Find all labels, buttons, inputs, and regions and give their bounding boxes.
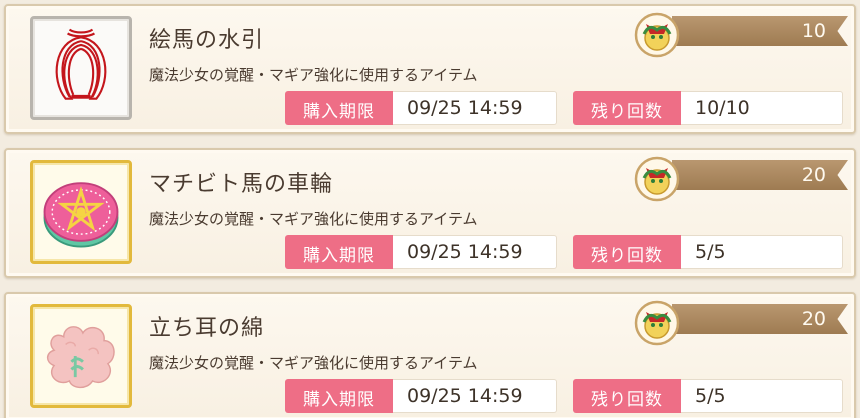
gift-coin-icon	[634, 156, 680, 202]
cotton-icon	[46, 326, 115, 389]
deadline-value: 09/25 14:59	[393, 235, 557, 269]
shop-item-card[interactable]: マチビト馬の車輪 魔法少女の覚醒・マギア強化に使用するアイテム 20 購入期限 …	[4, 148, 856, 278]
remaining-label: 残り回数	[573, 235, 681, 269]
item-thumbnail[interactable]	[30, 16, 132, 120]
remaining-value: 5/5	[681, 379, 843, 413]
red-cord-icon	[55, 28, 107, 100]
remaining-value: 5/5	[681, 235, 843, 269]
remaining-label: 残り回数	[573, 91, 681, 125]
item-price: 20	[801, 164, 826, 186]
gift-coin-icon	[634, 300, 680, 346]
item-price: 20	[801, 308, 826, 330]
shop-item-list: 絵馬の水引 魔法少女の覚醒・マギア強化に使用するアイテム 10 購入期限 09/…	[0, 0, 860, 418]
deadline-label: 購入期限	[285, 91, 393, 125]
item-description: 魔法少女の覚醒・マギア強化に使用するアイテム	[149, 210, 478, 228]
item-price: 10	[801, 20, 826, 42]
remaining-value: 10/10	[681, 91, 843, 125]
item-description: 魔法少女の覚醒・マギア強化に使用するアイテム	[149, 66, 478, 84]
item-name: 立ち耳の綿	[149, 316, 265, 341]
item-thumbnail[interactable]	[30, 304, 132, 408]
item-name: 絵馬の水引	[149, 28, 265, 53]
pink-wheel-icon	[43, 182, 119, 248]
deadline-value: 09/25 14:59	[393, 379, 557, 413]
item-thumbnail[interactable]	[30, 160, 132, 264]
deadline-label: 購入期限	[285, 379, 393, 413]
shop-item-card[interactable]: 絵馬の水引 魔法少女の覚醒・マギア強化に使用するアイテム 10 購入期限 09/…	[4, 4, 856, 134]
shop-item-card[interactable]: 立ち耳の綿 魔法少女の覚醒・マギア強化に使用するアイテム 20 購入期限 09/…	[4, 292, 856, 418]
deadline-value: 09/25 14:59	[393, 91, 557, 125]
item-description: 魔法少女の覚醒・マギア強化に使用するアイテム	[149, 354, 478, 372]
item-name: マチビト馬の車輪	[149, 172, 334, 197]
gift-coin-icon	[634, 12, 680, 58]
deadline-label: 購入期限	[285, 235, 393, 269]
remaining-label: 残り回数	[573, 379, 681, 413]
